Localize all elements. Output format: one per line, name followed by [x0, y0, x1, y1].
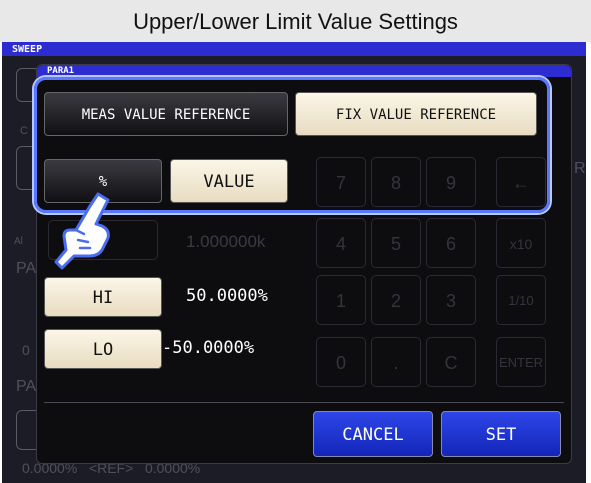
hi-limit-button[interactable]: HI: [44, 277, 162, 317]
key-3: 3: [426, 275, 476, 325]
page-title-banner: Upper/Lower Limit Value Settings: [0, 0, 591, 42]
dialog-divider: [44, 402, 564, 403]
set-button[interactable]: SET: [441, 411, 561, 457]
key-dot: .: [371, 337, 421, 387]
key-x10: x10: [496, 218, 546, 268]
lo-limit-value: -50.0000%: [162, 338, 255, 358]
page-title: Upper/Lower Limit Value Settings: [133, 9, 458, 34]
bg-edge-text: 0: [22, 342, 30, 358]
dialog-title: PARA1: [47, 66, 75, 76]
hi-limit-value: 50.0000%: [186, 286, 268, 306]
key-2: 2: [371, 275, 421, 325]
bg-param-b: PA: [16, 378, 37, 395]
bg-param-a: PA: [16, 260, 37, 277]
key-1: 1: [316, 275, 366, 325]
sweep-bar: [2, 42, 586, 56]
lo-limit-button[interactable]: LO: [44, 329, 162, 369]
bg-al-tag: Al: [14, 236, 23, 247]
key-0: 0: [316, 337, 366, 387]
bg-c-tag: C: [20, 125, 28, 137]
ghost-ref-value: 1.000000k: [186, 232, 266, 251]
key-4: 4: [316, 218, 366, 268]
sweep-label: SWEEP: [12, 44, 43, 55]
cancel-button[interactable]: CANCEL: [313, 411, 433, 457]
key-5: 5: [371, 218, 421, 268]
bg-r-tag: R: [574, 160, 586, 177]
pointing-hand-icon: [54, 192, 110, 270]
key-6: 6: [426, 218, 476, 268]
key-clear: C: [426, 337, 476, 387]
dialog-title-bar: PARA1: [37, 65, 571, 77]
key-enter: ENTER: [496, 337, 546, 387]
key-1-10: 1/10: [496, 275, 546, 325]
